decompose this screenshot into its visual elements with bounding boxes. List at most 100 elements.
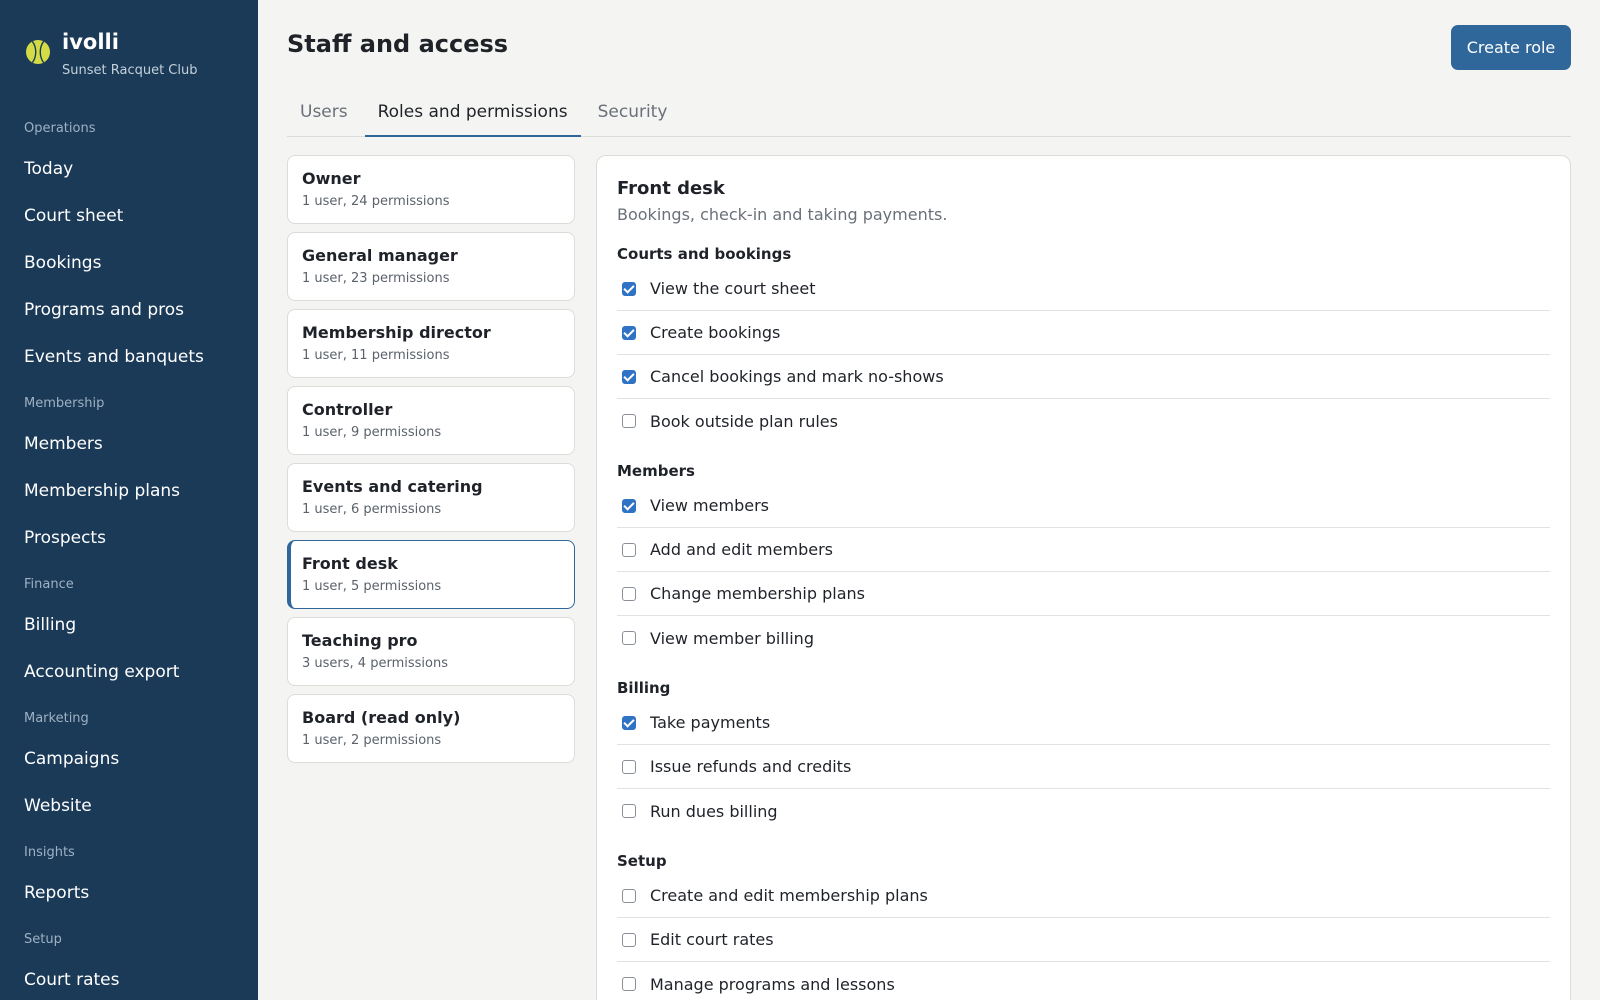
permission-checkbox[interactable]	[622, 631, 636, 645]
page-title: Staff and access	[287, 30, 509, 58]
sidebar-item-campaigns[interactable]: Campaigns	[0, 736, 258, 783]
role-name: Controller	[302, 400, 393, 419]
permission-checkbox[interactable]	[622, 804, 636, 818]
permission-list: Take payments Issue refunds and credits Ru…	[617, 701, 1550, 833]
role-card-teaching-pro[interactable]: Teaching pro 3 users, 4 permissions	[287, 617, 575, 686]
permission-group-title: Members	[617, 462, 695, 480]
role-card-front-desk[interactable]: Front desk 1 user, 5 permissions	[287, 540, 575, 609]
sidebar-item-today[interactable]: Today	[0, 146, 258, 193]
role-card-board-read-only[interactable]: Board (read only) 1 user, 2 permissions	[287, 694, 575, 763]
role-meta: 1 user, 24 permissions	[302, 194, 450, 209]
permission-row[interactable]: Take payments	[617, 701, 1550, 745]
sidebar-item-members[interactable]: Members	[0, 421, 258, 468]
role-card-membership-director[interactable]: Membership director 1 user, 11 permission…	[287, 309, 575, 378]
role-meta: 1 user, 5 permissions	[302, 579, 442, 594]
permission-row[interactable]: Edit court rates	[617, 918, 1550, 962]
permission-row[interactable]: Add and edit members	[617, 528, 1550, 572]
permission-row[interactable]: Book outside plan rules	[617, 399, 1550, 443]
role-detail-panel: Front desk Bookings, check-in and taking…	[596, 155, 1571, 1000]
permission-checkbox[interactable]	[622, 888, 636, 903]
nav-group-marketing: Marketing	[24, 711, 89, 726]
role-meta: 1 user, 11 permissions	[302, 348, 450, 363]
permission-row[interactable]: Create bookings	[617, 311, 1550, 355]
sidebar-item-billing[interactable]: Billing	[0, 602, 258, 649]
role-list: Owner 1 user, 24 permissions General manag…	[287, 155, 575, 771]
tab-roles-and-permissions[interactable]: Roles and permissions	[364, 92, 581, 137]
permission-row[interactable]: View member billing	[617, 616, 1550, 660]
sidebar-item-website[interactable]: Website	[0, 783, 258, 830]
sidebar-item-reports[interactable]: Reports	[0, 870, 258, 917]
nav-group-setup: Setup	[24, 932, 62, 947]
permission-row[interactable]: View members	[617, 484, 1550, 528]
permission-row[interactable]: Run dues billing	[617, 789, 1550, 833]
permission-label: Change membership plans	[650, 584, 865, 603]
permission-row[interactable]: Change membership plans	[617, 572, 1550, 616]
role-meta: 1 user, 2 permissions	[302, 733, 442, 748]
main-content: Staff and access Create role Users Roles …	[258, 0, 1600, 1000]
permission-label: Edit court rates	[650, 930, 774, 949]
permission-label: Cancel bookings and mark no-shows	[650, 367, 944, 386]
permission-label: Add and edit members	[650, 540, 833, 559]
role-card-controller[interactable]: Controller 1 user, 9 permissions	[287, 386, 575, 455]
permission-row[interactable]: Manage programs and lessons	[617, 962, 1550, 1000]
permission-list: Create and edit membership plans Edit cou…	[617, 874, 1550, 1000]
create-role-button[interactable]: Create role	[1451, 25, 1571, 70]
permission-label: Run dues billing	[650, 801, 778, 821]
permission-row[interactable]: Cancel bookings and mark no-shows	[617, 355, 1550, 399]
permission-checkbox[interactable]	[622, 759, 636, 774]
tab-users[interactable]: Users	[287, 92, 361, 136]
permission-row[interactable]: Create and edit membership plans	[617, 874, 1550, 918]
sidebar-item-programs-and-pros[interactable]: Programs and pros	[0, 287, 258, 334]
role-card-general-manager[interactable]: General manager 1 user, 23 permissions	[287, 232, 575, 301]
sidebar-item-court-rates[interactable]: Court rates	[0, 957, 258, 1000]
role-name: Front desk	[302, 554, 398, 573]
permission-checkbox[interactable]	[622, 325, 636, 340]
sidebar: ivolli Sunset Racquet Club Operations Tod…	[0, 0, 258, 1000]
permission-label: View the court sheet	[650, 279, 816, 298]
permission-row[interactable]: Issue refunds and credits	[617, 745, 1550, 789]
sidebar-item-events-and-banquets[interactable]: Events and banquets	[0, 334, 258, 381]
role-meta: 3 users, 4 permissions	[302, 656, 448, 671]
club-name: Sunset Racquet Club	[62, 63, 198, 78]
permission-label: Issue refunds and credits	[650, 757, 852, 776]
permission-row[interactable]: View the court sheet	[617, 267, 1550, 311]
sidebar-item-prospects[interactable]: Prospects	[0, 515, 258, 562]
sidebar-item-bookings[interactable]: Bookings	[0, 240, 258, 287]
permission-label: Create and edit membership plans	[650, 886, 928, 905]
role-meta: 1 user, 6 permissions	[302, 502, 442, 517]
permission-groups: Courts and bookings View the court sheet C…	[617, 245, 1550, 1000]
sidebar-item-membership-plans[interactable]: Membership plans	[0, 468, 258, 515]
nav-group-insights: Insights	[24, 845, 75, 860]
brand: ivolli Sunset Racquet Club	[26, 28, 198, 78]
nav-group-finance: Finance	[24, 577, 74, 592]
permission-list: View the court sheet Create bookings Cance…	[617, 267, 1550, 443]
permission-label: View members	[650, 496, 769, 515]
permission-group-members: Members View members Add and edit members C…	[617, 462, 1550, 660]
role-card-events-and-catering[interactable]: Events and catering 1 user, 6 permissions	[287, 463, 575, 532]
permission-group-courts-and-bookings: Courts and bookings View the court sheet C…	[617, 245, 1550, 443]
role-description: Bookings, check-in and taking payments.	[617, 205, 948, 224]
permission-label: Create bookings	[650, 323, 781, 342]
permission-checkbox[interactable]	[622, 586, 636, 601]
permission-group-title: Billing	[617, 679, 671, 697]
role-meta: 1 user, 9 permissions	[302, 425, 442, 440]
permission-checkbox[interactable]	[622, 542, 636, 557]
role-title: Front desk	[617, 178, 725, 199]
sidebar-item-accounting-export[interactable]: Accounting export	[0, 649, 258, 696]
tab-security[interactable]: Security	[585, 92, 681, 136]
permission-checkbox[interactable]	[622, 977, 636, 991]
role-name: Events and catering	[302, 477, 483, 496]
permission-checkbox[interactable]	[622, 281, 636, 296]
role-card-owner[interactable]: Owner 1 user, 24 permissions	[287, 155, 575, 224]
permission-checkbox[interactable]	[622, 369, 636, 384]
nav-group-operations: Operations	[24, 121, 96, 136]
permission-checkbox[interactable]	[622, 498, 636, 513]
permission-checkbox[interactable]	[622, 715, 636, 730]
permission-checkbox[interactable]	[622, 414, 636, 428]
permission-checkbox[interactable]	[622, 932, 636, 947]
permission-group-title: Setup	[617, 852, 667, 870]
tab-bar: Users Roles and permissions Security	[287, 92, 1571, 137]
role-name: Membership director	[302, 323, 491, 342]
sidebar-item-court-sheet[interactable]: Court sheet	[0, 193, 258, 240]
role-name: Teaching pro	[302, 631, 418, 650]
